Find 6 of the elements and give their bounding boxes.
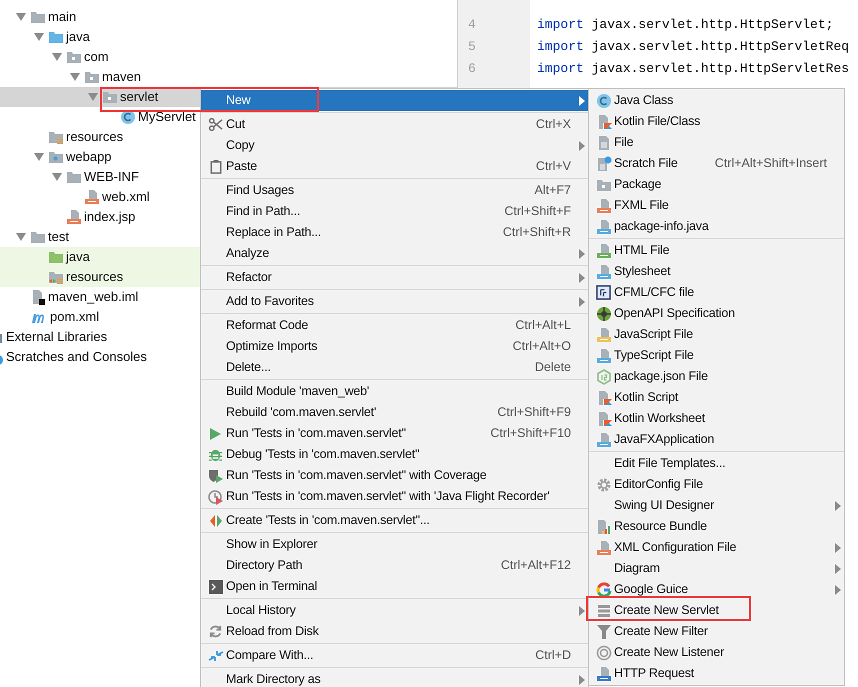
code-line: import javax.servlet.http.HttpServletReq bbox=[537, 38, 850, 56]
line-number: 6 bbox=[468, 60, 476, 78]
code-line: import javax.servlet.http.HttpServletRes bbox=[537, 60, 850, 78]
line-number: 4 bbox=[468, 16, 476, 34]
line-number: 5 bbox=[468, 38, 476, 56]
code-line: import javax.servlet.http.HttpServlet; bbox=[537, 16, 834, 34]
